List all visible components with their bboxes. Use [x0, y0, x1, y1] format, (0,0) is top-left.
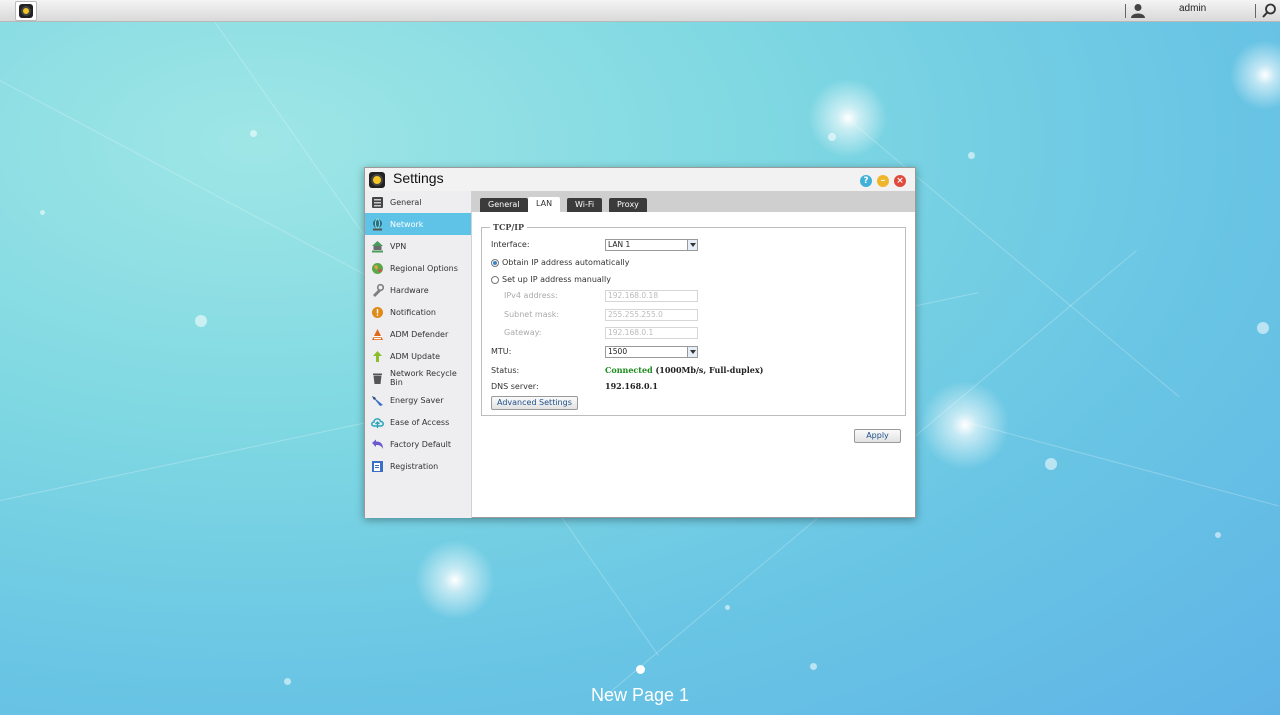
registration-icon	[372, 460, 383, 472]
factory-default-icon	[372, 439, 383, 449]
taskbar-divider	[1255, 4, 1256, 18]
regional-globe-icon	[372, 262, 383, 274]
sidebar-item-adm-update[interactable]: ADM Update	[365, 345, 471, 367]
sidebar-item-label: ADM Defender	[390, 329, 449, 339]
cloud-access-icon	[371, 417, 384, 428]
sidebar-item-network-recycle-bin[interactable]: Network Recycle Bin	[365, 367, 471, 389]
window-titlebar[interactable]: Settings ? – ×	[365, 168, 915, 191]
sidebar-item-label: Regional Options	[390, 263, 458, 273]
dns-value: 192.168.0.1	[605, 381, 658, 391]
settings-gear-icon	[369, 172, 385, 188]
settings-sidebar: General Network VPN Regional Options Har…	[365, 191, 472, 518]
mtu-label: MTU:	[491, 347, 512, 356]
tab-wifi[interactable]: Wi-Fi	[567, 198, 603, 212]
mtu-select[interactable]: 1500	[605, 346, 698, 358]
minimize-button[interactable]: –	[877, 175, 889, 187]
user-icon[interactable]	[1131, 3, 1145, 18]
obtain-ip-auto-radio[interactable]	[491, 259, 499, 267]
tab-general[interactable]: General	[480, 198, 528, 212]
close-button[interactable]: ×	[894, 175, 906, 187]
update-arrow-icon	[373, 350, 382, 362]
help-icon: ?	[863, 176, 869, 186]
mtu-value: 1500	[608, 347, 628, 356]
sidebar-item-label: Notification	[390, 307, 436, 317]
sidebar-item-energy-saver[interactable]: Energy Saver	[365, 389, 471, 411]
sidebar-item-label: Registration	[390, 461, 439, 471]
recycle-bin-icon	[373, 373, 382, 384]
subnet-field[interactable]: 255.255.255.0	[605, 309, 698, 321]
network-globe-icon	[373, 218, 382, 230]
close-icon: ×	[896, 176, 904, 186]
gateway-field[interactable]: 192.168.0.1	[605, 327, 698, 339]
lan-settings-panel: TCP/IP Interface: LAN 1 Obtain IP addres…	[472, 212, 915, 518]
dns-label: DNS server:	[491, 382, 539, 391]
tab-lan[interactable]: LAN	[528, 197, 561, 212]
status-detail: (1000Mb/s, Full-duplex)	[655, 365, 764, 375]
page-indicator-dot[interactable]	[636, 665, 645, 674]
sidebar-item-label: General	[390, 197, 422, 207]
tab-proxy[interactable]: Proxy	[609, 198, 647, 212]
gateway-label: Gateway:	[504, 328, 542, 337]
interface-value: LAN 1	[608, 240, 631, 249]
ipv4-label: IPv4 address:	[504, 291, 558, 300]
sidebar-item-label: Network	[390, 219, 424, 229]
search-icon[interactable]	[1261, 3, 1277, 19]
sidebar-item-general[interactable]: General	[365, 191, 471, 213]
settings-gear-icon	[19, 4, 33, 18]
defender-icon	[372, 328, 383, 340]
interface-select[interactable]: LAN 1	[605, 239, 698, 251]
page-label: New Page 1	[590, 685, 690, 705]
interface-label: Interface:	[491, 240, 530, 249]
obtain-ip-auto-label[interactable]: Obtain IP address automatically	[502, 258, 630, 267]
chevron-down-icon	[687, 240, 697, 250]
sidebar-item-label: Energy Saver	[390, 395, 444, 405]
sidebar-item-ease-of-access[interactable]: Ease of Access	[365, 411, 471, 433]
help-button[interactable]: ?	[860, 175, 872, 187]
tab-bar: General LAN Wi-Fi Proxy	[472, 191, 915, 212]
vpn-icon	[372, 240, 383, 252]
sidebar-item-label: ADM Update	[390, 351, 441, 361]
window-title: Settings	[393, 170, 444, 186]
energy-saver-icon	[372, 395, 383, 406]
manual-ip-label[interactable]: Set up IP address manually	[502, 275, 611, 284]
sidebar-item-label: Factory Default	[390, 439, 451, 449]
apply-button[interactable]: Apply	[854, 429, 901, 443]
hardware-icon	[373, 283, 384, 297]
sidebar-item-network[interactable]: Network	[365, 213, 471, 235]
sidebar-item-label: VPN	[390, 241, 407, 251]
sidebar-item-registration[interactable]: Registration	[365, 455, 471, 477]
notification-icon	[372, 306, 383, 318]
minimize-icon: –	[880, 176, 886, 186]
sidebar-item-factory-default[interactable]: Factory Default	[365, 433, 471, 455]
sidebar-item-notification[interactable]: Notification	[365, 301, 471, 323]
general-icon	[372, 196, 383, 208]
status-connected: Connected	[605, 365, 653, 375]
sidebar-item-label: Network Recycle Bin	[390, 369, 457, 387]
status-label: Status:	[491, 366, 520, 375]
subnet-label: Subnet mask:	[504, 310, 560, 319]
advanced-settings-button[interactable]: Advanced Settings	[491, 396, 578, 410]
sidebar-item-label: Ease of Access	[390, 417, 450, 427]
sidebar-item-hardware[interactable]: Hardware	[365, 279, 471, 301]
settings-app-button[interactable]	[15, 1, 37, 21]
settings-window: Settings ? – × General Network VPN Regio…	[364, 167, 916, 518]
taskbar-divider	[1125, 4, 1126, 18]
sidebar-item-adm-defender[interactable]: ADM Defender	[365, 323, 471, 345]
chevron-down-icon	[687, 347, 697, 357]
sidebar-item-vpn[interactable]: VPN	[365, 235, 471, 257]
manual-ip-radio[interactable]	[491, 276, 499, 284]
tcpip-legend: TCP/IP	[493, 222, 525, 232]
user-name[interactable]: admin	[1179, 3, 1206, 14]
sidebar-item-label: Hardware	[390, 285, 429, 295]
sidebar-item-regional-options[interactable]: Regional Options	[365, 257, 471, 279]
taskbar: admin	[0, 0, 1280, 22]
ipv4-field[interactable]: 192.168.0.18	[605, 290, 698, 302]
status-value: Connected (1000Mb/s, Full-duplex)	[605, 365, 763, 375]
